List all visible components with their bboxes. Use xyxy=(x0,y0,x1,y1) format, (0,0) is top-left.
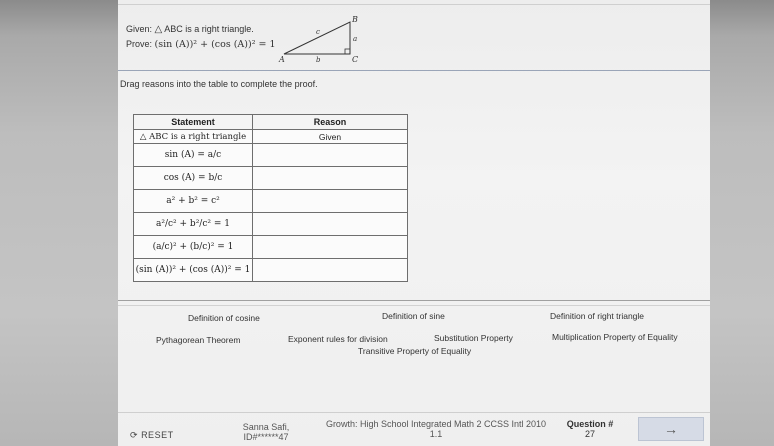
reason-chip-multiplication-property-of-equality[interactable]: Multiplication Property of Equality xyxy=(552,332,678,342)
table-row: (a/c)² + (b/c)² = 1 xyxy=(133,235,408,259)
side-b-label: b xyxy=(316,56,321,64)
problem-statement: Given: △ ABC is a right triangle. Prove:… xyxy=(126,22,276,52)
given-text: ABC is a right triangle. xyxy=(164,24,254,34)
statement-cell: a²/c² + b²/c² = 1 xyxy=(133,212,253,236)
course-title: Growth: High School Integrated Math 2 CC… xyxy=(325,419,547,429)
reason-header: Reason xyxy=(252,114,408,130)
reset-label: RESET xyxy=(141,430,174,440)
statement-cell: (a/c)² + (b/c)² = 1 xyxy=(133,235,253,259)
course-info: Growth: High School Integrated Math 2 CC… xyxy=(314,419,558,439)
instructions: Drag reasons into the table to complete … xyxy=(120,79,318,89)
course-section: 1.1 xyxy=(429,429,443,439)
worksheet-panel: Given: △ ABC is a right triangle. Prove:… xyxy=(118,0,710,446)
reason-drop-slot[interactable] xyxy=(252,235,408,259)
right-angle-marker xyxy=(344,48,351,55)
reason-drop-slot[interactable] xyxy=(252,189,408,213)
side-a-label: a xyxy=(353,35,357,43)
next-question-button[interactable]: → xyxy=(638,417,704,441)
prove-line: Prove: (sin (A))² + (cos (A))² = 1 xyxy=(126,37,276,52)
reason-chip-definition-of-cosine[interactable]: Definition of cosine xyxy=(188,313,260,323)
triangle-symbol-icon: △ xyxy=(139,131,147,142)
refresh-icon: ⟳ xyxy=(130,430,139,440)
reason-chip-substitution-property[interactable]: Substitution Property xyxy=(434,333,513,343)
statement-cell: △ ABC is a right triangle xyxy=(133,129,253,144)
reason-bank-divider-light xyxy=(118,305,710,306)
vertex-a-label: A xyxy=(278,55,285,64)
student-name: Sanna Safi, xyxy=(242,422,290,432)
statement-cell: (sin (A))² + (cos (A))² = 1 xyxy=(133,258,253,282)
reason-drop-slot[interactable] xyxy=(252,258,408,282)
prove-label: Prove: xyxy=(126,39,153,49)
statement-cell: a² + b² = c² xyxy=(133,189,253,213)
table-row: cos (A) = b/c xyxy=(133,166,408,190)
triangle-shape xyxy=(283,21,351,55)
top-divider xyxy=(118,4,710,5)
vertex-c-label: C xyxy=(352,55,358,64)
question-indicator: Question # 27 xyxy=(558,419,622,439)
reason-cell: Given xyxy=(252,129,408,144)
table-row: a² + b² = c² xyxy=(133,189,408,213)
reason-drop-slot[interactable] xyxy=(252,212,408,236)
triangle-symbol-icon: △ xyxy=(154,24,163,35)
reason-chip-pythagorean-theorem[interactable]: Pythagorean Theorem xyxy=(156,335,240,345)
footer-divider xyxy=(118,412,710,413)
statement-header: Statement xyxy=(133,114,253,130)
reason-chip-transitive-property-of-equality[interactable]: Transitive Property of Equality xyxy=(358,346,471,356)
reason-chip-exponent-rules-for-division[interactable]: Exponent rules for division xyxy=(288,334,388,344)
reason-drop-slot[interactable] xyxy=(252,143,408,167)
student-info: Sanna Safi, ID#******47 xyxy=(226,422,306,442)
statement-cell: cos (A) = b/c xyxy=(133,166,253,190)
right-triangle-diagram: A B C a b c xyxy=(278,16,358,64)
reason-bank-divider xyxy=(118,300,710,301)
student-id: ID#******47 xyxy=(243,432,289,442)
reason-chip-definition-of-right-triangle[interactable]: Definition of right triangle xyxy=(550,311,644,321)
reason-chip-definition-of-sine[interactable]: Definition of sine xyxy=(382,311,445,321)
section-divider xyxy=(118,70,710,71)
given-label: Given: xyxy=(126,24,153,34)
statement-text: ABC is a right triangle xyxy=(149,131,247,142)
reason-drop-slot[interactable] xyxy=(252,166,408,190)
vertex-b-label: B xyxy=(351,16,358,24)
table-row: △ ABC is a right triangle Given xyxy=(133,129,408,144)
question-label: Question # xyxy=(566,419,614,429)
table-row: a²/c² + b²/c² = 1 xyxy=(133,212,408,236)
question-number: 27 xyxy=(584,429,595,439)
reset-button[interactable]: ⟳ RESET xyxy=(130,430,174,441)
given-line: Given: △ ABC is a right triangle. xyxy=(126,22,276,37)
prove-text: (sin (A))² + (cos (A))² = 1 xyxy=(154,39,276,50)
table-row: sin (A) = a/c xyxy=(133,143,408,167)
proof-table: Statement Reason △ ABC is a right triang… xyxy=(133,114,408,282)
table-row: (sin (A))² + (cos (A))² = 1 xyxy=(133,258,408,282)
statement-cell: sin (A) = a/c xyxy=(133,143,253,167)
side-c-label: c xyxy=(316,28,320,36)
